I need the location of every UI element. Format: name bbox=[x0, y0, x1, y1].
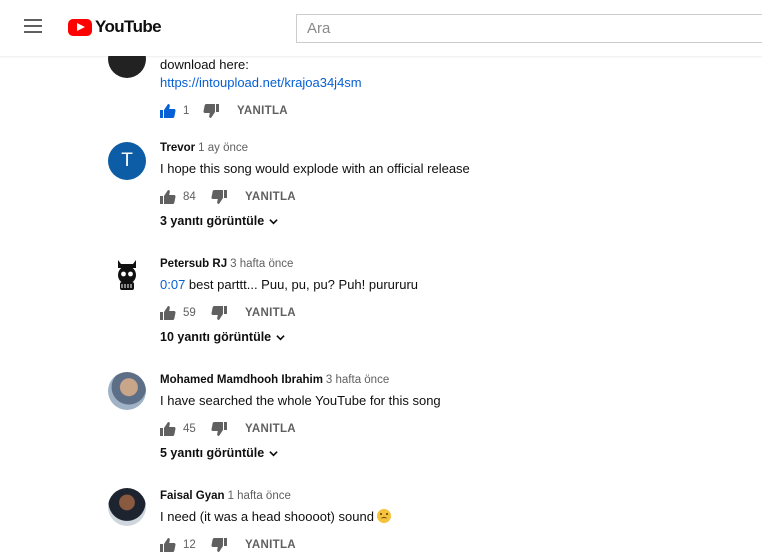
comment-text: I need (it was a head shoooot) sound bbox=[160, 509, 391, 524]
avatar[interactable] bbox=[108, 488, 146, 526]
reply-button[interactable]: YANITLA bbox=[237, 105, 288, 117]
comment-text: 0:07 best parttt... Puu, pu, pu? Puh! pu… bbox=[160, 277, 418, 292]
comment-author[interactable]: Trevor bbox=[160, 142, 195, 154]
comment-text: download here: bbox=[160, 57, 249, 72]
comment-toolbar: 1 YANITLA bbox=[160, 102, 288, 120]
thumbs-up-icon[interactable] bbox=[160, 538, 176, 552]
logo-text: YouTube bbox=[95, 17, 162, 36]
comment-header: Trevor 1 ay önce bbox=[160, 142, 248, 154]
comment-header: Petersub RJ 3 hafta önce bbox=[160, 258, 293, 270]
comment-link-line: https://intoupload.net/krajoa34j4sm bbox=[160, 75, 362, 90]
comment-text: I have searched the whole YouTube for th… bbox=[160, 393, 441, 408]
reply-button[interactable]: YANITLA bbox=[245, 307, 296, 319]
comment-author[interactable]: Mohamed Mamdhooh Ibrahim bbox=[160, 374, 323, 386]
comment-author[interactable]: Petersub RJ bbox=[160, 258, 227, 270]
thumbs-up-icon[interactable] bbox=[160, 190, 176, 204]
avatar[interactable] bbox=[108, 372, 146, 410]
reply-button[interactable]: YANITLA bbox=[245, 423, 296, 435]
thumbs-up-icon[interactable] bbox=[160, 306, 176, 320]
thumbs-up-icon[interactable] bbox=[160, 104, 176, 118]
view-replies-label: 5 yanıtı görüntüle bbox=[160, 446, 265, 460]
view-replies-button[interactable]: 10 yanıtı görüntüle bbox=[160, 330, 285, 344]
comment-text-body: I need (it was a head shoooot) sound bbox=[160, 509, 374, 524]
comment-text: I hope this song would explode with an o… bbox=[160, 161, 470, 176]
comment-toolbar: 45 YANITLA bbox=[160, 420, 296, 438]
download-link[interactable]: https://intoupload.net/krajoa34j4sm bbox=[160, 75, 362, 90]
like-count: 12 bbox=[183, 539, 196, 551]
reply-button[interactable]: YANITLA bbox=[245, 539, 296, 551]
youtube-logo-icon bbox=[68, 18, 92, 36]
masthead: YouTube bbox=[0, 0, 762, 56]
chevron-down-icon bbox=[269, 218, 278, 224]
comment-toolbar: 59 YANITLA bbox=[160, 304, 296, 322]
avatar[interactable]: T bbox=[108, 142, 146, 180]
comment-time[interactable]: 3 hafta önce bbox=[326, 374, 389, 386]
timestamp-link[interactable]: 0:07 bbox=[160, 277, 185, 292]
view-replies-button[interactable]: 5 yanıtı görüntüle bbox=[160, 446, 278, 460]
comment-text-body: best parttt... Puu, pu, pu? Puh! pururur… bbox=[185, 277, 419, 292]
comment-time[interactable]: 1 hafta önce bbox=[228, 490, 291, 502]
thumbs-down-icon[interactable] bbox=[211, 422, 227, 436]
comment-toolbar: 84 YANITLA bbox=[160, 188, 296, 206]
comment-author[interactable]: Faisal Gyan bbox=[160, 490, 225, 502]
view-replies-button[interactable]: 3 yanıtı görüntüle bbox=[160, 214, 278, 228]
thumbs-down-icon[interactable] bbox=[203, 104, 219, 118]
view-replies-label: 3 yanıtı görüntüle bbox=[160, 214, 265, 228]
comment-toolbar: 12 YANITLA bbox=[160, 536, 296, 554]
thumbs-down-icon[interactable] bbox=[211, 306, 227, 320]
hamburger-icon[interactable] bbox=[24, 19, 42, 37]
search-input[interactable] bbox=[296, 14, 762, 43]
reply-button[interactable]: YANITLA bbox=[245, 191, 296, 203]
comment-time[interactable]: 3 hafta önce bbox=[230, 258, 293, 270]
youtube-logo[interactable]: YouTube bbox=[68, 17, 162, 37]
like-count: 45 bbox=[183, 423, 196, 435]
view-replies-label: 10 yanıtı görüntüle bbox=[160, 330, 272, 344]
like-count: 84 bbox=[183, 191, 196, 203]
avatar[interactable] bbox=[108, 256, 146, 294]
thumbs-up-icon[interactable] bbox=[160, 422, 176, 436]
like-count: 59 bbox=[183, 307, 196, 319]
comment-header: Mohamed Mamdhooh Ibrahim 3 hafta önce bbox=[160, 374, 389, 386]
sad-face-emoji bbox=[376, 509, 391, 523]
like-count: 1 bbox=[183, 105, 190, 117]
skull-icon bbox=[118, 260, 136, 290]
comment-header: Faisal Gyan 1 hafta önce bbox=[160, 490, 291, 502]
comment-text-body: download here: bbox=[160, 57, 249, 72]
thumbs-down-icon[interactable] bbox=[211, 538, 227, 552]
comment-time[interactable]: 1 ay önce bbox=[198, 142, 248, 154]
thumbs-down-icon[interactable] bbox=[211, 190, 227, 204]
chevron-down-icon bbox=[269, 450, 278, 456]
chevron-down-icon bbox=[276, 334, 285, 340]
